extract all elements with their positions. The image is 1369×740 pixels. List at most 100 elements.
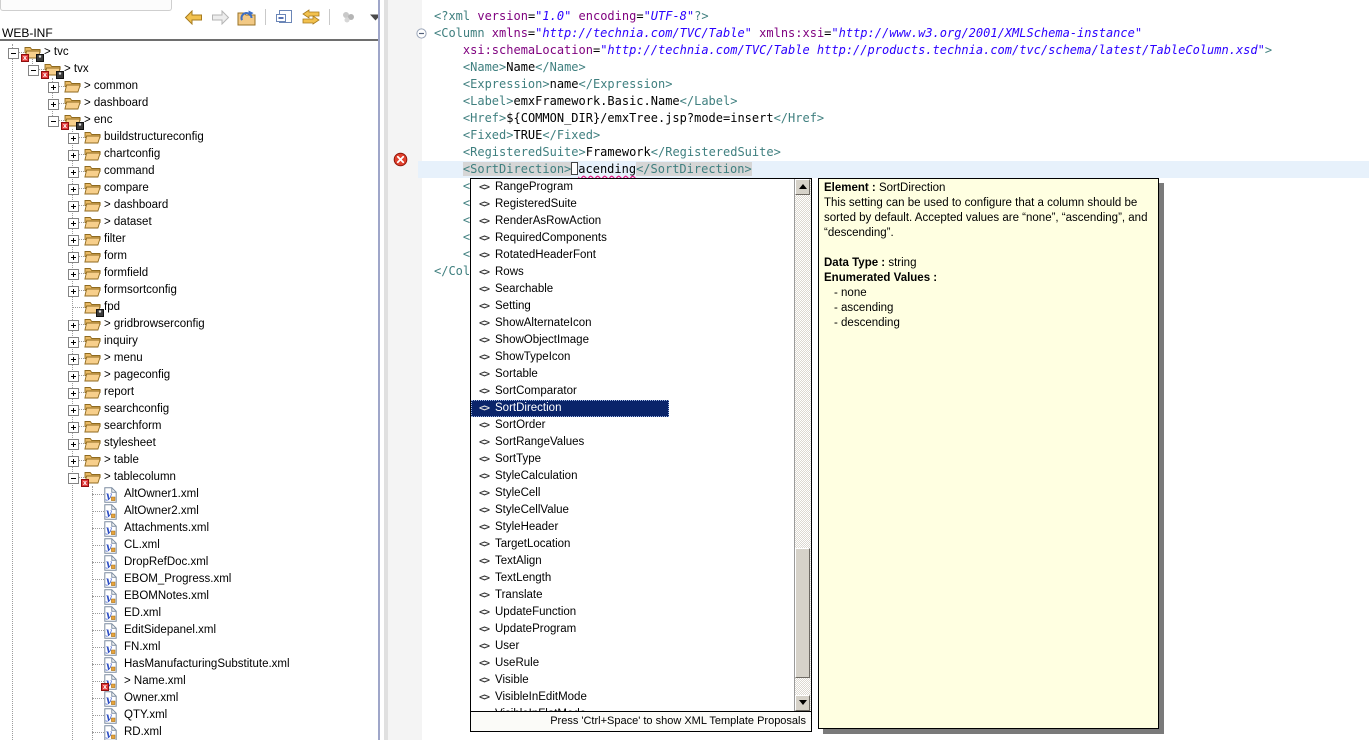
- proposal-item-SortOrder[interactable]: <>SortOrder: [471, 417, 811, 434]
- tree-expand-toggle[interactable]: [68, 439, 79, 450]
- proposal-item-RangeProgram[interactable]: <>RangeProgram: [471, 179, 811, 196]
- tree-expand-toggle[interactable]: [68, 354, 79, 365]
- tree-folder-inquiry[interactable]: inquiry: [0, 333, 378, 350]
- tree-expand-toggle[interactable]: [68, 218, 79, 229]
- tree-folder-command[interactable]: command: [0, 163, 378, 180]
- tree-collapse-toggle[interactable]: [48, 116, 59, 127]
- proposal-item-SortComparator[interactable]: <>SortComparator: [471, 383, 811, 400]
- tree-file-RD.xml[interactable]: yRD.xml: [0, 724, 378, 740]
- tree-file-DropRefDoc.xml[interactable]: yDropRefDoc.xml: [0, 554, 378, 571]
- tree-folder-searchconfig[interactable]: searchconfig: [0, 401, 378, 418]
- scrollbar-thumb[interactable]: [795, 548, 810, 678]
- error-marker-icon[interactable]: [393, 152, 408, 172]
- proposal-item-StyleHeader[interactable]: <>StyleHeader: [471, 519, 811, 536]
- tree-folder-buildstructureconfig[interactable]: buildstructureconfig: [0, 129, 378, 146]
- proposal-item-RotatedHeaderFont[interactable]: <>RotatedHeaderFont: [471, 247, 811, 264]
- proposal-item-User[interactable]: <>User: [471, 638, 811, 655]
- tree-folder-pageconfig[interactable]: > pageconfig: [0, 367, 378, 384]
- tree-folder-tvx[interactable]: x*> tvx: [0, 61, 378, 78]
- tree-file-AltOwner1.xml[interactable]: yAltOwner1.xml: [0, 486, 378, 503]
- tree-folder-gridbrowserconfig[interactable]: > gridbrowserconfig: [0, 316, 378, 333]
- tree-expand-toggle[interactable]: [68, 269, 79, 280]
- proposal-item-Translate[interactable]: <>Translate: [471, 587, 811, 604]
- tree-folder-fpd[interactable]: *fpd: [0, 299, 378, 316]
- tree-expand-toggle[interactable]: [68, 252, 79, 263]
- proposal-item-SortType[interactable]: <>SortType: [471, 451, 811, 468]
- proposal-item-ShowAlternateIcon[interactable]: <>ShowAlternateIcon: [471, 315, 811, 332]
- fold-collapse-icon[interactable]: [416, 27, 427, 44]
- scroll-up-button[interactable]: [795, 179, 810, 195]
- proposal-item-UpdateProgram[interactable]: <>UpdateProgram: [471, 621, 811, 638]
- tree-file-EBOMNotes.xml[interactable]: yEBOMNotes.xml: [0, 588, 378, 605]
- tree-folder-dashboard[interactable]: > dashboard: [0, 197, 378, 214]
- forward-icon[interactable]: [209, 8, 231, 26]
- tree-folder-enc[interactable]: x*> enc: [0, 112, 378, 129]
- tree-folder-formfield[interactable]: formfield: [0, 265, 378, 282]
- tree-expand-toggle[interactable]: [68, 388, 79, 399]
- tree-file-AltOwner2.xml[interactable]: yAltOwner2.xml: [0, 503, 378, 520]
- proposal-item-ShowTypeIcon[interactable]: <>ShowTypeIcon: [471, 349, 811, 366]
- tree-expand-toggle[interactable]: [68, 167, 79, 178]
- tree-expand-toggle[interactable]: [68, 150, 79, 161]
- go-up-icon[interactable]: [236, 8, 258, 26]
- proposal-item-UpdateFunction[interactable]: <>UpdateFunction: [471, 604, 811, 621]
- tree-file-QTY.xml[interactable]: yQTY.xml: [0, 707, 378, 724]
- collapse-all-icon[interactable]: [273, 8, 295, 26]
- tree-folder-tablecolumn[interactable]: x> tablecolumn: [0, 469, 378, 486]
- tree-file-HasManufacturingSubstitute.xml[interactable]: yHasManufacturingSubstitute.xml: [0, 656, 378, 673]
- proposal-item-Visible[interactable]: <>Visible: [471, 672, 811, 689]
- proposal-item-RequiredComponents[interactable]: <>RequiredComponents: [471, 230, 811, 247]
- proposal-item-TextAlign[interactable]: <>TextAlign: [471, 553, 811, 570]
- proposal-item-Setting[interactable]: <>Setting: [471, 298, 811, 315]
- tree-folder-filter[interactable]: filter: [0, 231, 378, 248]
- proposal-item-TargetLocation[interactable]: <>TargetLocation: [471, 536, 811, 553]
- tree-collapse-toggle[interactable]: [28, 65, 39, 76]
- tree-folder-tvc[interactable]: x*> tvc: [0, 44, 378, 61]
- popup-scrollbar[interactable]: [794, 179, 811, 711]
- tree-expand-toggle[interactable]: [68, 405, 79, 416]
- proposal-item-Sortable[interactable]: <>Sortable: [471, 366, 811, 383]
- link-with-editor-icon[interactable]: [300, 8, 322, 26]
- tree-file-Name.xml[interactable]: yx> Name.xml: [0, 673, 378, 690]
- proposal-item-TextLength[interactable]: <>TextLength: [471, 570, 811, 587]
- tree-folder-compare[interactable]: compare: [0, 180, 378, 197]
- tree-folder-table[interactable]: > table: [0, 452, 378, 469]
- tree-expand-toggle[interactable]: [68, 184, 79, 195]
- tree-expand-toggle[interactable]: [68, 337, 79, 348]
- tree-expand-toggle[interactable]: [68, 422, 79, 433]
- proposal-item-SortDirection[interactable]: <>SortDirection: [471, 400, 669, 417]
- proposal-item-StyleCalculation[interactable]: <>StyleCalculation: [471, 468, 811, 485]
- proposal-item-Rows[interactable]: <>Rows: [471, 264, 811, 281]
- proposal-item-VisibleInFlatMode[interactable]: <>VisibleInFlatMode: [471, 706, 811, 712]
- tree-file-FN.xml[interactable]: yFN.xml: [0, 639, 378, 656]
- proposal-item-Searchable[interactable]: <>Searchable: [471, 281, 811, 298]
- proposal-item-StyleCell[interactable]: <>StyleCell: [471, 485, 811, 502]
- tree-expand-toggle[interactable]: [48, 82, 59, 93]
- tree-folder-formsortconfig[interactable]: formsortconfig: [0, 282, 378, 299]
- tree-expand-toggle[interactable]: [68, 201, 79, 212]
- tree-folder-dashboard[interactable]: > dashboard: [0, 95, 378, 112]
- proposal-item-RegisteredSuite[interactable]: <>RegisteredSuite: [471, 196, 811, 213]
- tree-folder-stylesheet[interactable]: stylesheet: [0, 435, 378, 452]
- tree-expand-toggle[interactable]: [68, 133, 79, 144]
- tree-folder-searchform[interactable]: searchform: [0, 418, 378, 435]
- back-icon[interactable]: [182, 8, 204, 26]
- tree-expand-toggle[interactable]: [48, 99, 59, 110]
- tree-expand-toggle[interactable]: [68, 320, 79, 331]
- tree-collapse-toggle[interactable]: [68, 473, 79, 484]
- proposal-item-VisibleInEditMode[interactable]: <>VisibleInEditMode: [471, 689, 811, 706]
- tree-expand-toggle[interactable]: [68, 371, 79, 382]
- tree-folder-report[interactable]: report: [0, 384, 378, 401]
- tree-expand-toggle[interactable]: [68, 456, 79, 467]
- tree-folder-chartconfig[interactable]: chartconfig: [0, 146, 378, 163]
- tree-file-Attachments.xml[interactable]: yAttachments.xml: [0, 520, 378, 537]
- tree-expand-toggle[interactable]: [68, 235, 79, 246]
- tree-file-EBOM_Progress.xml[interactable]: yEBOM_Progress.xml: [0, 571, 378, 588]
- tree-folder-menu[interactable]: > menu: [0, 350, 378, 367]
- tree-file-CL.xml[interactable]: yCL.xml: [0, 537, 378, 554]
- proposal-item-StyleCellValue[interactable]: <>StyleCellValue: [471, 502, 811, 519]
- tree-folder-common[interactable]: > common: [0, 78, 378, 95]
- xml-editor[interactable]: <?xml version="1.0" encoding="UTF-8"?><C…: [380, 0, 1369, 740]
- tree-collapse-toggle[interactable]: [8, 48, 19, 59]
- proposal-item-SortRangeValues[interactable]: <>SortRangeValues: [471, 434, 811, 451]
